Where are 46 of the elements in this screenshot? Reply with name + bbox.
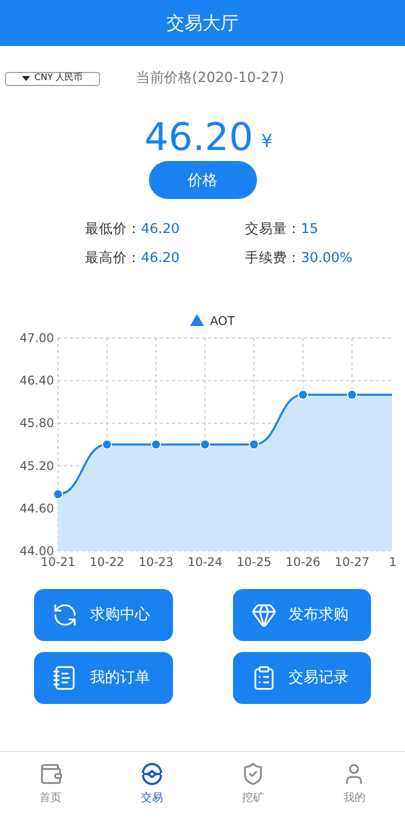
y-axis-label: 44.00 — [20, 544, 54, 558]
x-axis-label: 10-25 — [236, 554, 272, 568]
tab[interactable]: 我的 — [304, 752, 405, 817]
stat-text: 最低价：46.20 — [85, 220, 181, 239]
wallet-icon — [38, 762, 63, 786]
data-point — [298, 389, 308, 400]
exchange-circle-icon — [140, 762, 164, 786]
data-point — [249, 439, 259, 449]
stat-text: 交易量：15 — [245, 220, 320, 239]
price-unit: ¥ — [261, 130, 273, 154]
action-button[interactable]: 我的订单 — [34, 652, 172, 704]
legend-label: AOT — [210, 314, 235, 328]
x-axis-label: 10-21 — [40, 554, 76, 568]
page-title: 交易大厅 — [166, 12, 238, 36]
stat-text: 最高价：46.20 — [85, 249, 181, 268]
price-date: 当前价格(2020-10-27) — [136, 69, 284, 88]
data-point — [200, 439, 210, 449]
x-axis-label: 10-23 — [138, 554, 174, 568]
data-point — [102, 439, 112, 449]
x-axis-label: 10-26 — [286, 554, 320, 568]
y-axis-label: 46.40 — [20, 373, 54, 388]
gem-icon — [250, 602, 276, 628]
y-axis-label: 44.60 — [20, 500, 54, 515]
action-button[interactable]: 求购中心 — [34, 588, 172, 640]
stat-text: 手续费：30.00% — [245, 249, 354, 268]
legend-marker-icon — [190, 314, 204, 326]
x-axis-label: 10-27 — [334, 554, 370, 568]
tab[interactable]: 交易 — [101, 752, 202, 817]
tab[interactable]: 首页 — [0, 752, 102, 817]
price-button[interactable]: 价格 — [148, 161, 256, 199]
price-value: 46.20 — [144, 115, 254, 159]
action-button[interactable]: 发布求购 — [232, 588, 371, 640]
y-axis-label: 47.00 — [20, 330, 54, 344]
x-axis-label: 10-24 — [188, 554, 222, 568]
caret-icon — [22, 76, 30, 81]
data-point — [151, 439, 161, 449]
tab[interactable]: 挖矿 — [202, 752, 304, 817]
data-point — [53, 488, 63, 499]
data-point — [347, 389, 357, 400]
refresh-icon — [52, 602, 78, 628]
x-axis-label: 1 — [389, 554, 397, 568]
y-axis-label: 45.80 — [20, 416, 54, 430]
y-axis-label: 45.20 — [20, 458, 54, 472]
action-button[interactable]: 交易记录 — [232, 652, 371, 704]
currency-select[interactable]: CNY 人民币 — [5, 72, 100, 86]
x-axis-label: 10-22 — [90, 554, 124, 568]
